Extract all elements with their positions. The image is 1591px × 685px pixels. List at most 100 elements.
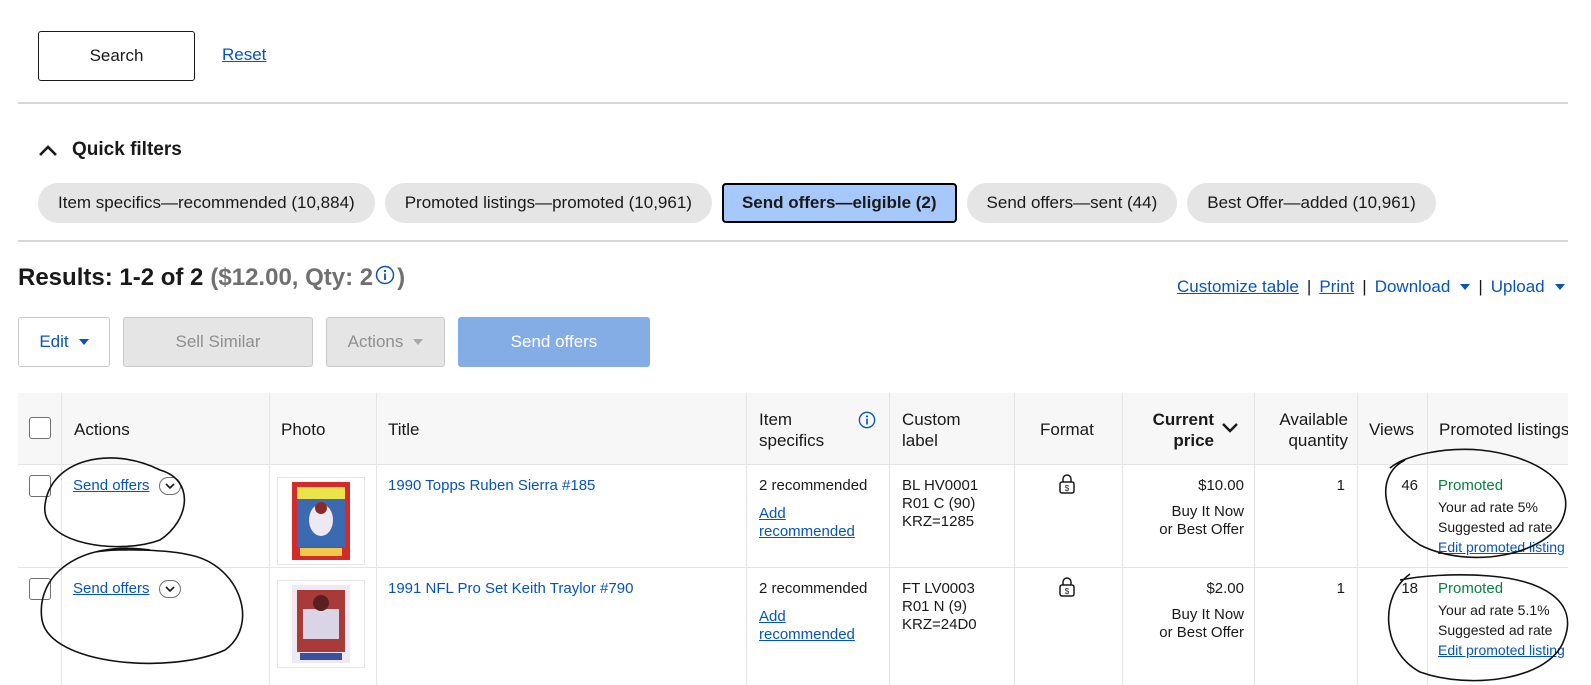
quick-filters-title: Quick filters <box>72 139 182 160</box>
edit-label: Edit <box>39 332 69 351</box>
edit-button[interactable]: Edit <box>18 317 110 367</box>
price-value: $10.00 <box>1198 477 1244 494</box>
separator: | <box>1362 277 1367 296</box>
edit-promoted-listing-link[interactable]: Edit promoted listing <box>1438 538 1568 556</box>
col-divider <box>1254 393 1255 685</box>
listings-table: Actions Photo Title Item specifics Custo… <box>18 393 1568 685</box>
col-divider <box>889 393 890 685</box>
header-custom-label-line2: label <box>902 431 938 450</box>
chevron-down-icon <box>165 483 175 489</box>
header-actions: Actions <box>74 420 130 439</box>
add-recommended-link[interactable]: Add recommended <box>759 608 855 644</box>
item-title-link[interactable]: 1991 NFL Pro Set Keith Traylor #790 <box>388 580 633 598</box>
custom-label-line3: KRZ=1285 <box>902 513 975 530</box>
col-divider <box>376 393 377 685</box>
suggested-ad-rate: Suggested ad rate <box>1438 519 1553 535</box>
separator: | <box>1306 277 1312 296</box>
send-offers-button[interactable]: Send offers <box>458 317 650 367</box>
available-quantity: 1 <box>1336 580 1345 597</box>
price-value: $2.00 <box>1206 580 1244 597</box>
buy-it-now-lock-icon: $ <box>1058 576 1076 603</box>
chip-send-offers-sent[interactable]: Send offers—sent (44) <box>966 183 1178 223</box>
format-line2: or Best Offer <box>1159 521 1244 538</box>
row-actions-dropdown[interactable] <box>159 580 181 598</box>
header-photo: Photo <box>281 420 326 439</box>
header-available-quantity: Available quantity <box>1258 409 1348 451</box>
download-dropdown[interactable]: Download <box>1375 277 1471 297</box>
results-count: Results: 1-2 of 2 <box>18 264 204 291</box>
header-current-price-line1: Current <box>1152 410 1214 429</box>
caret-down-icon <box>78 339 89 345</box>
search-button[interactable]: Search <box>38 31 195 81</box>
custom-label: FT LV0003 R01 N (9) KRZ=24D0 <box>902 580 977 634</box>
header-available-quantity-line1: Available <box>1279 410 1348 429</box>
add-recommended-line2: recommended <box>759 626 855 643</box>
chip-item-specifics-recommended[interactable]: Item specifics—recommended (10,884) <box>38 183 375 223</box>
row-divider <box>18 567 1568 568</box>
col-divider <box>1014 393 1015 685</box>
separator: | <box>1478 277 1483 296</box>
promoted-status: Promoted <box>1438 580 1504 597</box>
item-specifics-count: 2 recommended <box>759 580 868 597</box>
custom-label-line2: R01 N (9) <box>902 598 968 615</box>
results-summary: ($12.00, Qty: 2 <box>210 264 374 291</box>
upload-dropdown[interactable]: Upload <box>1491 277 1565 297</box>
select-all-checkbox[interactable] <box>29 417 51 439</box>
col-divider <box>1427 393 1428 685</box>
custom-label: BL HV0001 R01 C (90) KRZ=1285 <box>902 477 978 531</box>
results-summary-close: ) <box>397 264 406 291</box>
row-checkbox[interactable] <box>29 578 51 600</box>
actions-button[interactable]: Actions <box>326 317 445 367</box>
sell-similar-button[interactable]: Sell Similar <box>123 317 313 367</box>
chip-best-offer-added[interactable]: Best Offer—added (10,961) <box>1187 183 1436 223</box>
divider <box>18 102 1568 104</box>
row-actions-dropdown[interactable] <box>159 477 181 495</box>
quick-filters-toggle[interactable]: Quick filters <box>38 139 182 161</box>
buy-it-now-lock-icon: $ <box>1058 473 1076 500</box>
custom-label-line1: FT LV0003 <box>902 580 975 597</box>
send-offers-link[interactable]: Send offers <box>73 477 149 495</box>
item-photo[interactable] <box>277 477 365 565</box>
col-divider <box>61 393 62 685</box>
custom-label-line1: BL HV0001 <box>902 477 979 494</box>
item-photo[interactable] <box>277 580 365 668</box>
custom-label-line3: KRZ=24D0 <box>902 616 977 633</box>
col-divider <box>746 393 747 685</box>
info-icon[interactable] <box>375 264 395 292</box>
sort-chevron-down-icon[interactable] <box>1221 421 1239 439</box>
ad-rate: Your ad rate 5% <box>1438 499 1538 515</box>
print-link[interactable]: Print <box>1319 277 1354 297</box>
info-icon[interactable] <box>858 411 876 434</box>
format-line1: Buy It Now <box>1171 606 1244 623</box>
upload-label: Upload <box>1490 277 1545 296</box>
col-divider <box>269 393 270 685</box>
caret-down-icon <box>1554 284 1565 290</box>
chevron-up-icon <box>38 143 58 157</box>
header-current-price[interactable]: Current price <box>1128 409 1214 451</box>
header-promoted-listings: Promoted listings <box>1439 420 1568 439</box>
reset-link[interactable]: Reset <box>222 45 266 65</box>
format-line1: Buy It Now <box>1171 503 1244 520</box>
header-title: Title <box>388 420 420 439</box>
edit-promoted-listing-link[interactable]: Edit promoted listing <box>1438 641 1568 659</box>
customize-table-link[interactable]: Customize table <box>1177 277 1299 297</box>
promoted-status: Promoted <box>1438 477 1504 494</box>
header-item-specifics-line1: Item <box>759 410 793 429</box>
add-recommended-link[interactable]: Add recommended <box>759 505 855 541</box>
caret-down-icon <box>413 339 424 345</box>
send-offers-link[interactable]: Send offers <box>73 580 149 598</box>
item-specifics-count: 2 recommended <box>759 477 868 494</box>
caret-down-icon <box>1460 284 1471 290</box>
divider <box>18 240 1568 242</box>
download-label: Download <box>1374 277 1451 296</box>
format-line2: or Best Offer <box>1159 624 1244 641</box>
item-title-link[interactable]: 1990 Topps Ruben Sierra #185 <box>388 477 595 495</box>
chip-send-offers-eligible[interactable]: Send offers—eligible (2) <box>721 183 957 223</box>
table-links: Customize table | Print | Download | Upl… <box>1177 277 1565 297</box>
svg-text:$: $ <box>1065 587 1070 596</box>
chip-promoted-listings-promoted[interactable]: Promoted listings—promoted (10,961) <box>384 183 712 223</box>
row-checkbox[interactable] <box>29 475 51 497</box>
current-price: $10.00 Buy It Now or Best Offer <box>1128 477 1244 539</box>
header-current-price-line2: price <box>1173 431 1214 450</box>
quick-filter-chips: Item specifics—recommended (10,884) Prom… <box>38 183 1436 223</box>
